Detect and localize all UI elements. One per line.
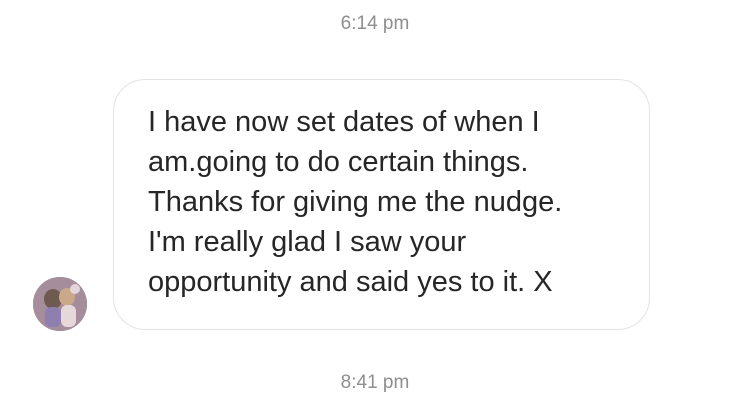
chat-thread: 6:14 pm I have now set dates of when I a… xyxy=(0,0,750,410)
avatar-photo-icon xyxy=(33,277,87,331)
message-bubble[interactable]: I have now set dates of when I am.going … xyxy=(113,79,650,330)
message-line: opportunity and said yes to it. X xyxy=(148,266,553,298)
message-line: am.going to do certain things. xyxy=(148,146,529,178)
timestamp-top: 6:14 pm xyxy=(340,13,410,34)
message-line: I'm really glad I saw your xyxy=(148,226,467,258)
timestamp-bottom: 8:41 pm xyxy=(340,372,410,393)
message-line: I have now set dates of when I xyxy=(148,106,540,138)
avatar[interactable] xyxy=(33,277,87,331)
message-line: Thanks for giving me the nudge. xyxy=(148,186,563,218)
